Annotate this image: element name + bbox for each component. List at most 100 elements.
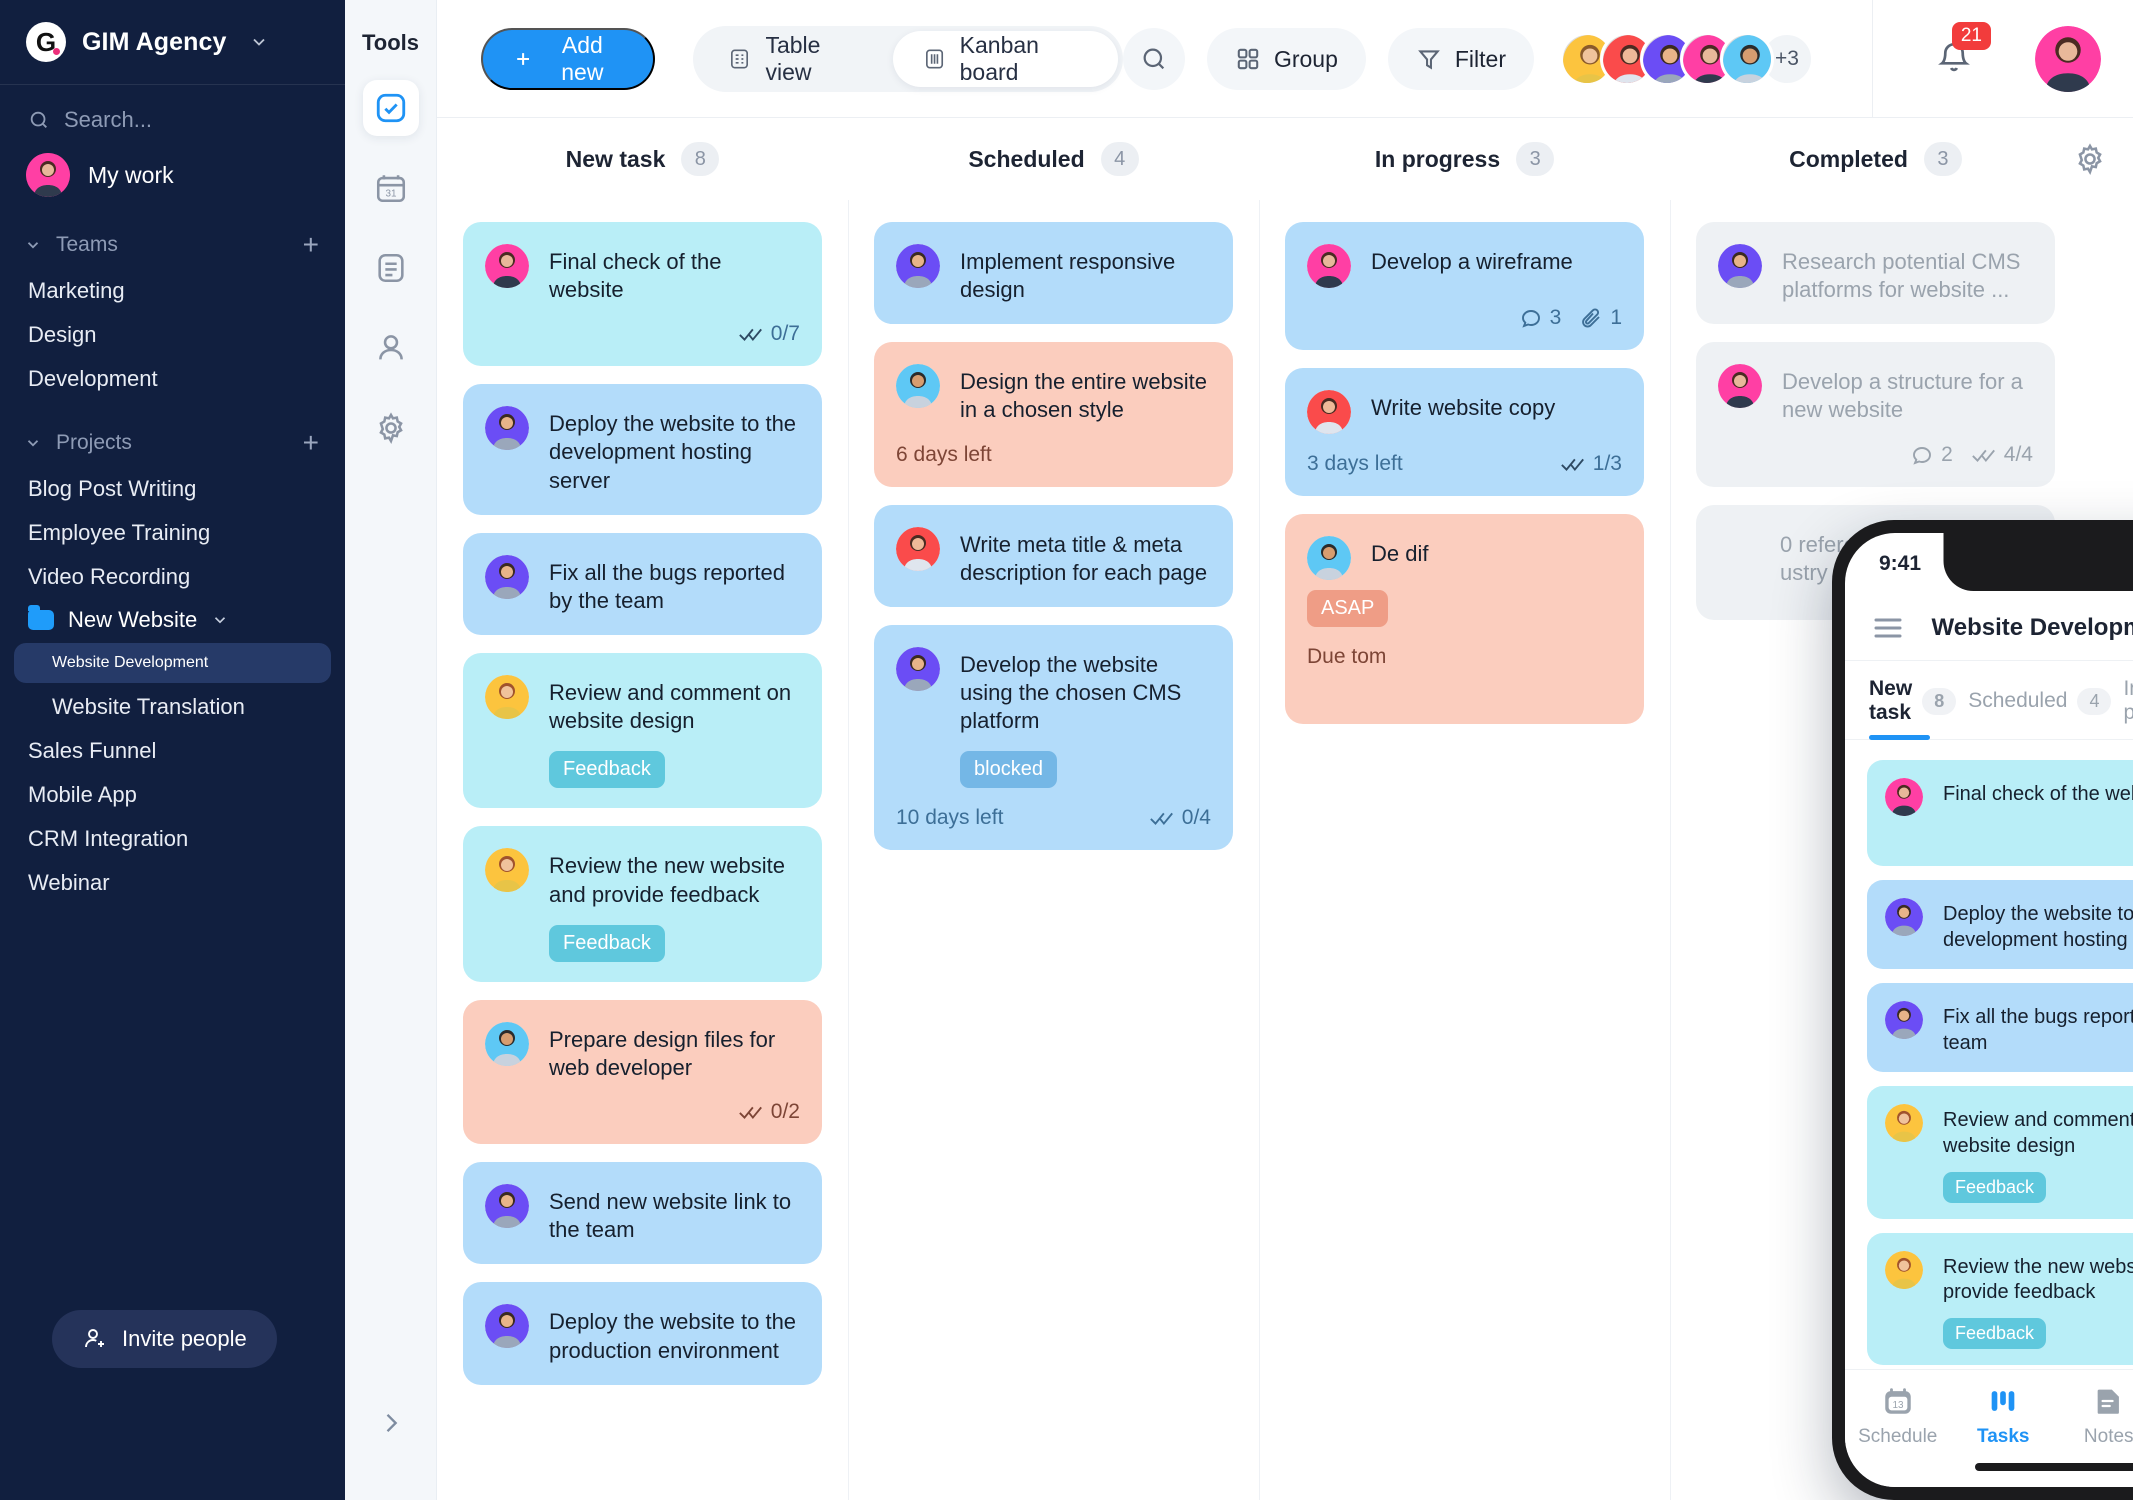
- task-title: Review the new website and provide feedb…: [549, 853, 786, 907]
- tab-table-view[interactable]: Table view: [698, 31, 890, 87]
- phone-tab-new-task[interactable]: New task 8: [1869, 677, 1957, 740]
- avatar: [896, 646, 940, 691]
- brand-logo-letter: G: [35, 27, 57, 57]
- avatar: [485, 1184, 529, 1229]
- rail-item-settings[interactable]: [363, 400, 419, 456]
- sidebar-item-sales-funnel[interactable]: Sales Funnel: [0, 729, 345, 773]
- task-card[interactable]: Fix all the bugs reported by the team: [463, 532, 822, 636]
- add-team-button[interactable]: +: [303, 231, 319, 259]
- avatar: [1307, 390, 1351, 434]
- sidebar-item-website-development[interactable]: Website Development: [14, 643, 331, 683]
- sidebar-item-employee-training[interactable]: Employee Training: [0, 511, 345, 555]
- task-title: Review the new website and provide feedb…: [1943, 1255, 2133, 1304]
- column-header[interactable]: Completed 3: [1670, 118, 2081, 200]
- avatar: [1718, 244, 1762, 288]
- search-input[interactable]: Search...: [0, 85, 345, 143]
- task-card[interactable]: Deploy the website to the production env…: [463, 1282, 822, 1385]
- task-tag: blocked: [960, 751, 1057, 789]
- phone-nav-schedule[interactable]: 13 Schedule: [1845, 1384, 1951, 1448]
- avatar: [896, 526, 940, 571]
- sidebar-section-teams[interactable]: Teams +: [0, 203, 345, 269]
- checklist-meta: 0/2: [738, 1100, 800, 1124]
- task-card[interactable]: Review and comment on website design Fee…: [463, 653, 822, 809]
- sidebar-item-crm-integration[interactable]: CRM Integration: [0, 817, 345, 861]
- task-card[interactable]: Design the entire website in a chosen st…: [874, 342, 1233, 487]
- column-header[interactable]: In progress 3: [1259, 118, 1670, 200]
- add-new-label: Add new: [561, 32, 604, 85]
- sidebar-folder-new-website[interactable]: New Website: [0, 599, 345, 641]
- plus-icon: [517, 53, 530, 65]
- column-header[interactable]: Scheduled 4: [848, 118, 1259, 200]
- collapse-sidebar-button[interactable]: [377, 1409, 405, 1442]
- task-card[interactable]: Deploy the website to the development ho…: [1867, 880, 2133, 970]
- task-card[interactable]: Fix all the bugs reported by the team: [1867, 983, 2133, 1073]
- task-title: Review and comment on website design: [1943, 1109, 2133, 1157]
- task-card[interactable]: Final check of the website 0/7: [1867, 760, 2133, 866]
- notifications-button[interactable]: 21: [1935, 21, 1991, 81]
- task-card[interactable]: Research potential CMS platforms for web…: [1696, 222, 2055, 325]
- gear-icon: [378, 412, 403, 445]
- sidebar-item-mobile-app[interactable]: Mobile App: [0, 773, 345, 817]
- task-card[interactable]: Review and comment on website design Fee…: [1867, 1086, 2133, 1219]
- avatar: [1307, 244, 1351, 288]
- task-card[interactable]: Review the new website and provide feedb…: [1867, 1232, 2133, 1365]
- task-card[interactable]: Prepare design files for web developer 0…: [463, 999, 822, 1145]
- filter-button[interactable]: Filter: [1387, 28, 1534, 90]
- task-card[interactable]: De dif ASAP Due tom: [1285, 514, 1644, 724]
- sidebar-item-blog-post-writing[interactable]: Blog Post Writing: [0, 467, 345, 511]
- document-lines-icon: [377, 253, 404, 283]
- sidebar-item-webinar[interactable]: Webinar: [0, 861, 345, 905]
- rail-item-tasks[interactable]: [362, 80, 419, 136]
- task-card[interactable]: Develop the website using the chosen CMS…: [874, 624, 1233, 851]
- task-card[interactable]: Review the new website and provide feedb…: [463, 826, 822, 982]
- sidebar-item-website-translation[interactable]: Website Translation: [0, 685, 345, 729]
- avatar: [485, 848, 529, 893]
- sidebar-item-development[interactable]: Development: [0, 357, 345, 401]
- sidebar-item-my-work[interactable]: My work: [0, 143, 345, 203]
- sidebar-item-marketing[interactable]: Marketing: [0, 269, 345, 313]
- sidebar-section-projects[interactable]: Projects +: [0, 401, 345, 467]
- sidebar-item-label: My work: [88, 161, 174, 188]
- invite-people-label: Invite people: [122, 1326, 247, 1351]
- due-date: 3 days left: [1307, 452, 1403, 475]
- sidebar-item-video-recording[interactable]: Video Recording: [0, 555, 345, 599]
- workspace-switcher[interactable]: G GIM Agency: [0, 0, 345, 85]
- column-header[interactable]: New task 8: [437, 118, 848, 200]
- group-button[interactable]: Group: [1206, 28, 1366, 90]
- rail-item-people[interactable]: [363, 320, 419, 376]
- phone-tab-scheduled[interactable]: Scheduled 4: [1968, 687, 2112, 729]
- task-card[interactable]: Develop a structure for a new website 2: [1696, 342, 2055, 487]
- profile-avatar[interactable]: [2035, 26, 2101, 92]
- kanban-icon: [925, 49, 943, 69]
- board-search-button[interactable]: [1122, 28, 1185, 90]
- notification-badge: 21: [1951, 21, 1991, 50]
- rail-item-calendar[interactable]: 31: [363, 160, 419, 216]
- task-card[interactable]: Develop a wireframe 3 1: [1285, 222, 1644, 350]
- hamburger-icon[interactable]: [1873, 616, 1903, 640]
- invite-people-button[interactable]: Invite people: [52, 1310, 277, 1368]
- task-card[interactable]: Deploy the website to the development ho…: [463, 384, 822, 515]
- rail-item-notes[interactable]: [363, 240, 419, 296]
- avatar: [1885, 778, 1923, 816]
- tab-kanban-board[interactable]: Kanban board: [892, 31, 1118, 87]
- task-card[interactable]: Write website copy 3 days left 1/3: [1285, 368, 1644, 496]
- due-date: Due tom: [1307, 645, 1387, 668]
- member-avatars[interactable]: +3: [1560, 32, 1814, 86]
- task-title: Final check of the website: [1943, 783, 2133, 805]
- avatar: [485, 244, 529, 288]
- phone-nav-notes[interactable]: Notes: [2056, 1384, 2133, 1448]
- add-project-button[interactable]: +: [303, 429, 319, 457]
- phone-mockup: 9:41 Website Development New task: [1832, 520, 2133, 1500]
- task-card[interactable]: Write meta title & meta description for …: [874, 504, 1233, 607]
- task-tag: Feedback: [549, 924, 665, 962]
- phone-nav-tasks[interactable]: Tasks: [1951, 1384, 2057, 1448]
- task-card[interactable]: Final check of the website 0/7: [463, 222, 822, 367]
- task-card[interactable]: Implement responsive design: [874, 222, 1233, 325]
- svg-text:31: 31: [385, 189, 397, 200]
- phone-tab-in-progress[interactable]: In progress 3: [2123, 677, 2133, 739]
- checklist-count: 1/3: [1592, 452, 1622, 475]
- avatar: [485, 675, 529, 720]
- add-new-button[interactable]: Add new: [481, 28, 656, 90]
- task-card[interactable]: Send new website link to the team: [463, 1162, 822, 1265]
- sidebar-item-design[interactable]: Design: [0, 313, 345, 357]
